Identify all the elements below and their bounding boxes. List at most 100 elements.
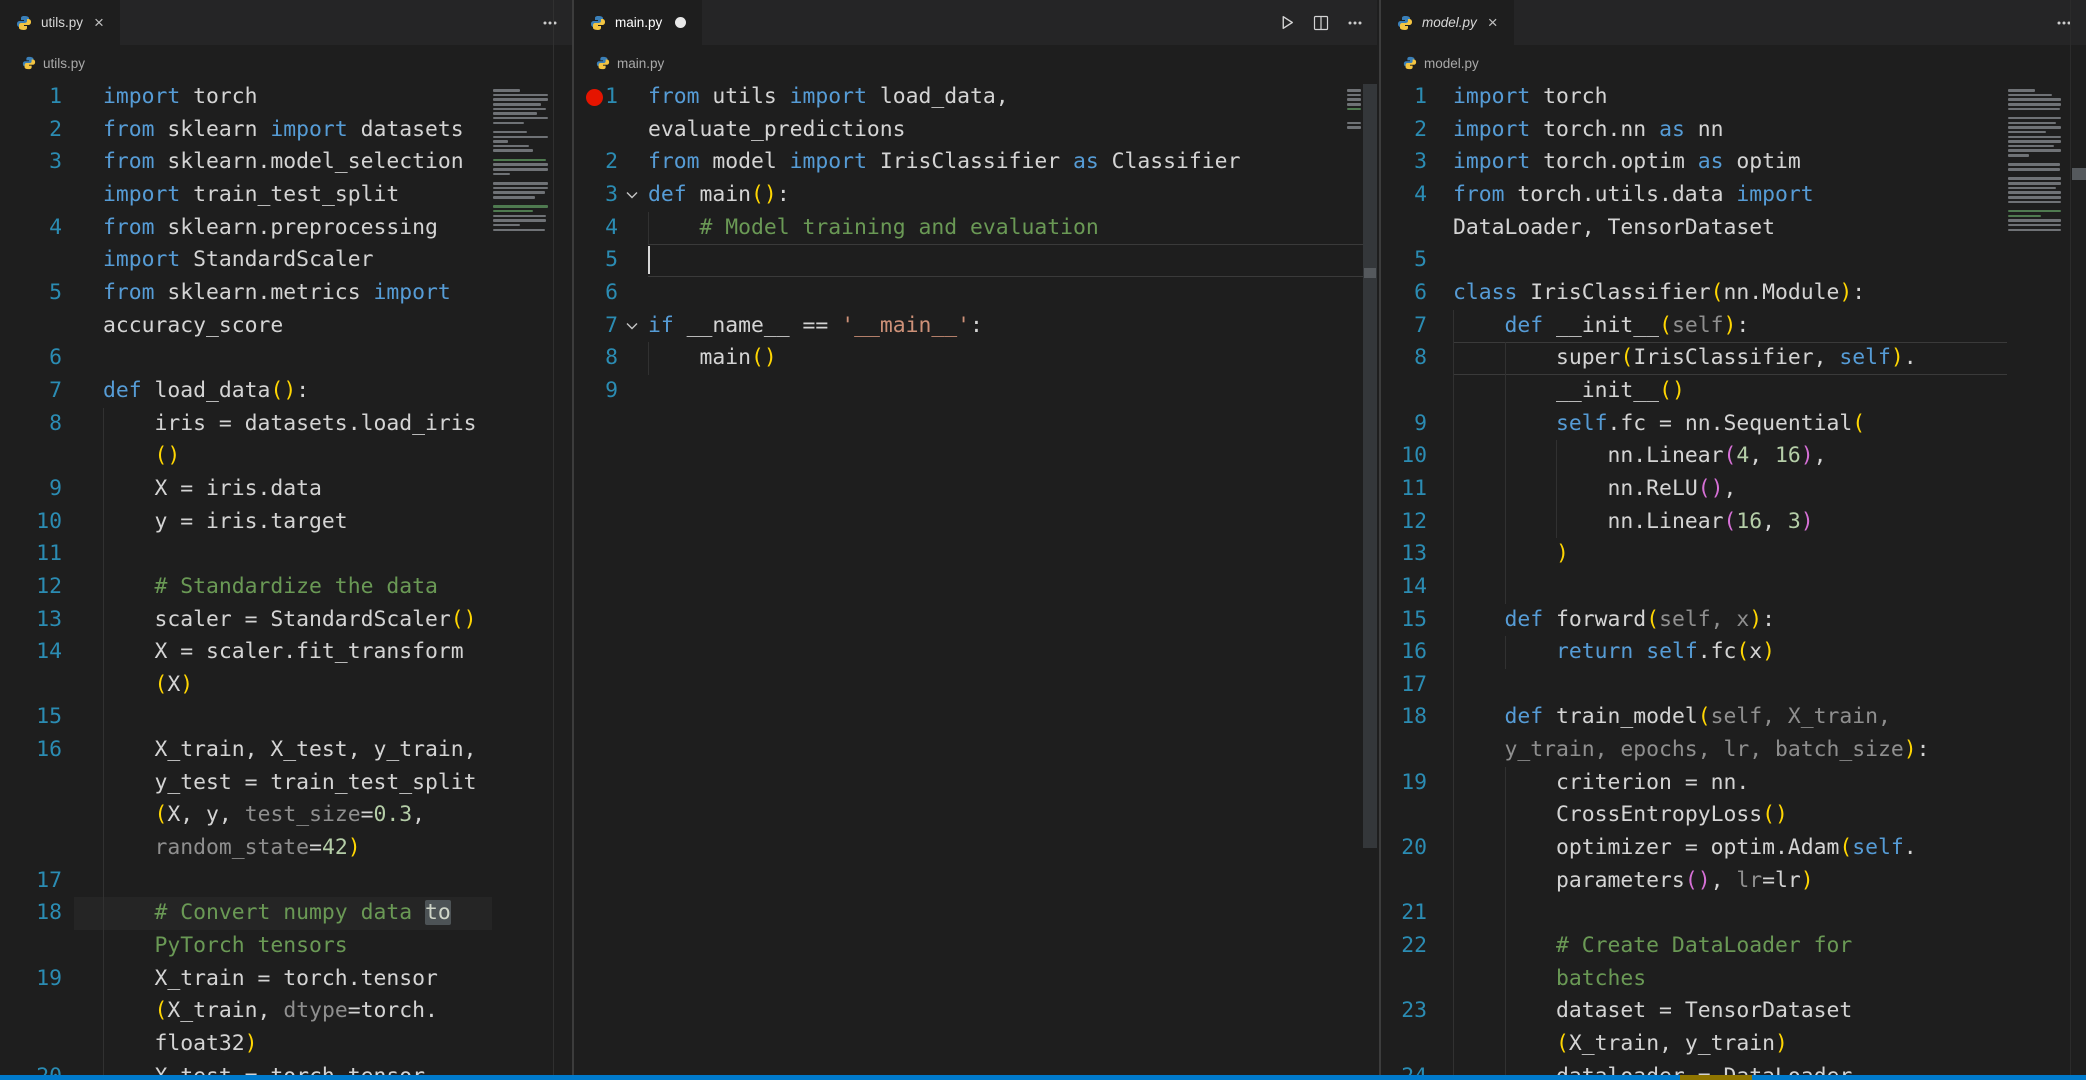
code-line[interactable]: 4 # Model training and evaluation bbox=[574, 211, 1377, 245]
code-line[interactable]: y_test = train_test_split bbox=[0, 766, 572, 800]
fold-chevron-icon[interactable] bbox=[624, 187, 640, 203]
close-icon[interactable]: × bbox=[1488, 14, 1498, 31]
scrollbar[interactable] bbox=[2070, 0, 2086, 1080]
code-line[interactable]: 18 # Convert numpy data to bbox=[0, 897, 572, 931]
code-line[interactable]: DataLoader, TensorDataset bbox=[1381, 212, 2086, 245]
code-line[interactable]: import StandardScaler bbox=[0, 244, 572, 277]
code-line[interactable]: 7 if __name__ == '__main__': bbox=[574, 310, 1377, 343]
code-line[interactable]: 14 X = scaler.fit_transform bbox=[0, 636, 572, 669]
code-line[interactable]: 1 import torch bbox=[1381, 81, 2086, 114]
code-line[interactable]: 10 nn.Linear(4, 16), bbox=[1381, 440, 2086, 473]
code-line[interactable]: batches bbox=[1381, 962, 2086, 996]
code-editor-utils[interactable]: 1 import torch 2 from sklearn import datase… bbox=[0, 81, 572, 1080]
code-line[interactable]: 6 bbox=[574, 277, 1377, 310]
more-actions-icon[interactable] bbox=[1345, 13, 1365, 33]
code-line[interactable]: 5 bbox=[1381, 244, 2086, 277]
fold-chevron-icon[interactable] bbox=[624, 318, 640, 334]
code-line[interactable]: 16 return self.fc(x) bbox=[1381, 636, 2086, 669]
code-line[interactable]: PyTorch tensors bbox=[0, 930, 572, 963]
code-line[interactable]: 23 dataset = TensorDataset bbox=[1381, 995, 2086, 1029]
scrollbar[interactable] bbox=[1363, 0, 1377, 1080]
code-line[interactable]: 14 bbox=[1381, 570, 2086, 604]
code-line[interactable]: 10 y = iris.target bbox=[0, 505, 572, 539]
line-number: 23 bbox=[1401, 998, 1427, 1024]
breadcrumb-label: model.py bbox=[1424, 55, 1479, 71]
code-line[interactable]: 12 nn.Linear(16, 3) bbox=[1381, 505, 2086, 539]
code-line[interactable]: 1 from utils import load_data, bbox=[574, 81, 1377, 114]
code-editor-main[interactable]: 1 from utils import load_data, evaluate_pr… bbox=[574, 81, 1377, 1080]
minimap[interactable] bbox=[1346, 84, 1362, 1080]
code-line[interactable]: 8 super(IrisClassifier, self). bbox=[1381, 342, 2086, 375]
code-line[interactable]: 11 nn.ReLU(), bbox=[1381, 472, 2086, 506]
code-line[interactable]: 2 from model import IrisClassifier as Cla… bbox=[574, 146, 1377, 179]
code-line[interactable]: 8 iris = datasets.load_iris bbox=[0, 407, 572, 441]
code-line[interactable]: y_train, epochs, lr, batch_size): bbox=[1381, 734, 2086, 767]
code-line[interactable]: 19 criterion = nn. bbox=[1381, 766, 2086, 800]
code-line[interactable]: 3 def main(): bbox=[574, 179, 1377, 212]
code-line[interactable]: 7 def __init__(self): bbox=[1381, 309, 2086, 343]
code-line[interactable]: 7 def load_data(): bbox=[0, 375, 572, 408]
code-line[interactable]: 11 bbox=[0, 538, 572, 571]
code-line[interactable]: evaluate_predictions bbox=[574, 114, 1377, 147]
code-line[interactable]: () bbox=[0, 440, 572, 473]
breadcrumb[interactable]: main.py bbox=[574, 45, 1377, 81]
code-line[interactable]: CrossEntropyLoss() bbox=[1381, 799, 2086, 833]
scrollbar[interactable] bbox=[553, 0, 572, 1080]
code-line[interactable]: 17 bbox=[1381, 668, 2086, 702]
code-line[interactable]: 9 self.fc = nn.Sequential( bbox=[1381, 407, 2086, 441]
code-line[interactable]: accuracy_score bbox=[0, 310, 572, 343]
code-line[interactable]: 8 main() bbox=[574, 342, 1377, 375]
code-line[interactable]: 20 optimizer = optim.Adam(self. bbox=[1381, 832, 2086, 865]
code-editor-model[interactable]: 1 import torch 2 import torch.nn as nn 3 impo… bbox=[1381, 81, 2086, 1080]
pane-divider[interactable] bbox=[572, 0, 574, 1080]
breadcrumb[interactable]: utils.py bbox=[0, 45, 572, 81]
code-line[interactable]: 16 X_train, X_test, y_train, bbox=[0, 734, 572, 767]
line-number: 6 bbox=[49, 345, 62, 371]
code-line[interactable]: 21 bbox=[1381, 897, 2086, 931]
minimap[interactable] bbox=[492, 84, 549, 1080]
code-line[interactable]: 13 scaler = StandardScaler() bbox=[0, 603, 572, 637]
code-line[interactable]: 6 class IrisClassifier(nn.Module): bbox=[1381, 277, 2086, 310]
code-line[interactable]: 1 import torch bbox=[0, 81, 572, 114]
code-line[interactable]: 17 bbox=[0, 864, 572, 898]
code-line[interactable]: parameters(), lr=lr) bbox=[1381, 864, 2086, 898]
code-line[interactable]: 22 # Create DataLoader for bbox=[1381, 930, 2086, 963]
split-editor-icon[interactable] bbox=[1311, 13, 1331, 33]
code-line[interactable]: import train_test_split bbox=[0, 179, 572, 212]
code-line[interactable]: random_state=42) bbox=[0, 832, 572, 865]
code-line[interactable]: 5 from sklearn.metrics import bbox=[0, 277, 572, 310]
tab-model-py[interactable]: model.py × bbox=[1381, 0, 1515, 45]
code-line[interactable]: 6 bbox=[0, 342, 572, 375]
breadcrumb[interactable]: model.py bbox=[1381, 45, 2086, 81]
code-line[interactable]: 18 def train_model(self, X_train, bbox=[1381, 701, 2086, 735]
code-line[interactable]: 15 bbox=[0, 701, 572, 735]
code-line[interactable]: (X) bbox=[0, 668, 572, 702]
code-line[interactable]: 4 from torch.utils.data import bbox=[1381, 179, 2086, 212]
code-line[interactable]: 3 from sklearn.model_selection bbox=[0, 146, 572, 179]
code-line[interactable]: float32) bbox=[0, 1028, 572, 1061]
code-line[interactable]: 13) bbox=[1381, 538, 2086, 571]
code-line[interactable]: 9X = iris.data bbox=[0, 472, 572, 506]
code-line[interactable]: 12 # Standardize the data bbox=[0, 570, 572, 604]
code-line[interactable]: 3 import torch.optim as optim bbox=[1381, 146, 2086, 179]
code-line[interactable]: 4 from sklearn.preprocessing bbox=[0, 212, 572, 245]
code-line[interactable]: 19 X_train = torch.tensor bbox=[0, 962, 572, 996]
minimap[interactable] bbox=[2007, 84, 2062, 1080]
code-line[interactable]: 9 bbox=[574, 375, 1377, 408]
close-icon[interactable]: × bbox=[94, 14, 104, 31]
code-line[interactable]: 5 bbox=[574, 244, 1377, 277]
modified-dot-icon[interactable] bbox=[675, 17, 687, 28]
code-line[interactable]: 2 import torch.nn as nn bbox=[1381, 114, 2086, 147]
pane-divider[interactable] bbox=[1379, 0, 1381, 1080]
code-line[interactable]: (X_train, y_train) bbox=[1381, 1028, 2086, 1061]
code-line[interactable]: 15 def forward(self, x): bbox=[1381, 603, 2086, 637]
breakpoint-icon[interactable] bbox=[586, 89, 603, 106]
run-button[interactable] bbox=[1277, 13, 1297, 33]
code-line[interactable]: 2 from sklearn import datasets bbox=[0, 114, 572, 147]
tab-main-py[interactable]: main.py bbox=[574, 0, 704, 45]
code-line[interactable]: __init__() bbox=[1381, 374, 2086, 408]
code-line[interactable]: (X_train, dtype=torch. bbox=[0, 995, 572, 1029]
tab-utils-py[interactable]: utils.py × bbox=[0, 0, 121, 45]
scrollbar-thumb[interactable] bbox=[1363, 84, 1377, 848]
code-line[interactable]: (X, y, test_size=0.3, bbox=[0, 799, 572, 833]
